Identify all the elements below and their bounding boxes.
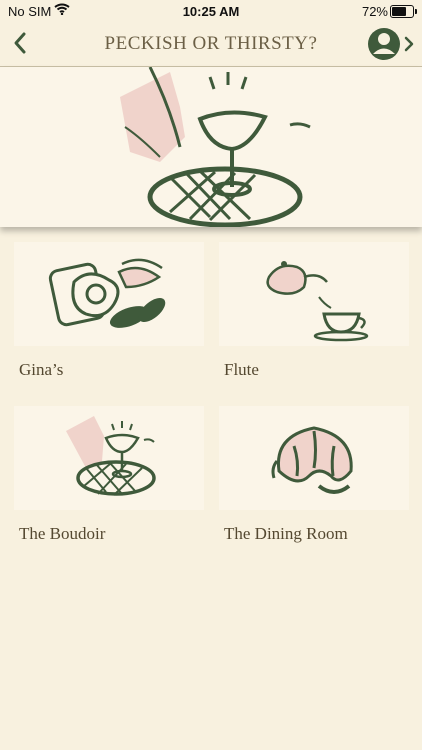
cocktail-glass-icon — [66, 416, 156, 496]
navigation-bar: PECKISH OR THIRSTY? — [0, 22, 422, 67]
hero-banner — [0, 67, 422, 227]
venue-name: Flute — [224, 360, 259, 379]
venue-card-the-boudoir[interactable]: The Boudoir — [14, 406, 206, 544]
user-profile-icon — [368, 28, 414, 60]
venue-name: Gina’s — [19, 360, 64, 379]
clock: 10:25 AM — [182, 4, 240, 19]
breakfast-plate-icon — [48, 258, 166, 328]
venue-thumbnail — [14, 242, 204, 346]
teapot-teacup-icon — [266, 261, 369, 342]
venue-name: The Dining Room — [224, 524, 348, 543]
venue-name: The Boudoir — [19, 524, 106, 543]
venue-card-flute[interactable]: Flute — [219, 242, 411, 380]
venue-card-ginas[interactable]: Gina’s — [14, 242, 206, 380]
profile-button[interactable] — [368, 26, 416, 62]
battery-percentage: 72% — [361, 4, 388, 19]
croissant-icon — [271, 426, 353, 494]
battery-icon — [390, 5, 417, 18]
status-bar: No SIM 10:25 AM 72% — [0, 0, 422, 22]
page-title: PECKISH OR THIRSTY? — [104, 33, 318, 54]
venue-card-the-dining-room[interactable]: The Dining Room — [219, 406, 411, 544]
venue-thumbnail — [14, 406, 204, 510]
cocktail-hero-illustration — [120, 67, 311, 227]
venue-thumbnail — [219, 242, 409, 346]
venue-thumbnail — [219, 406, 409, 510]
